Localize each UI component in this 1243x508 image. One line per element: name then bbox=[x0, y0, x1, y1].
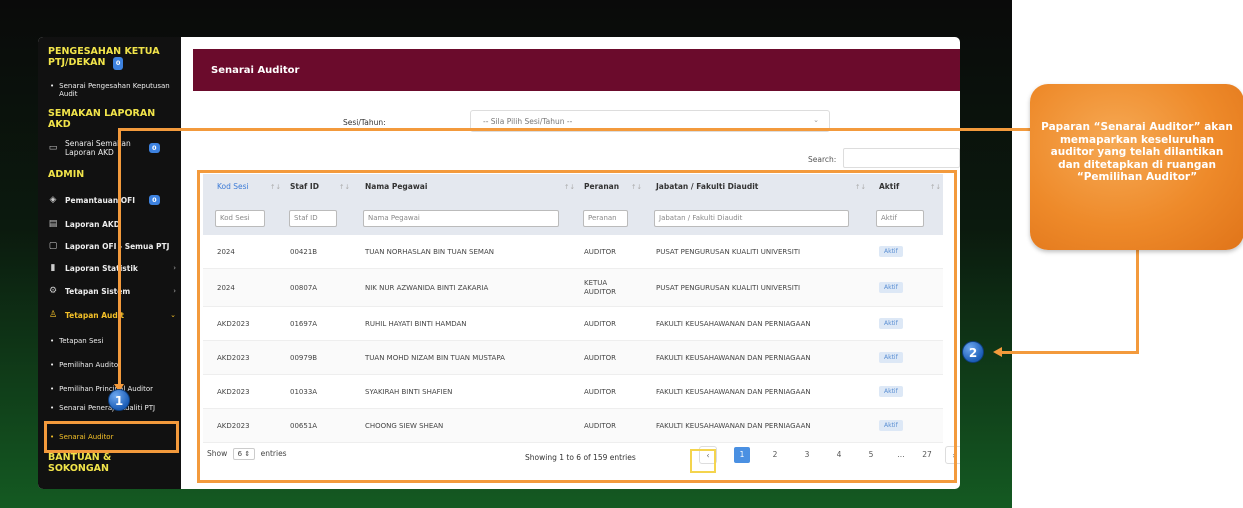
sidebar-item-pemantauan-ofi[interactable]: ◈ Pemantauan OFI 0 bbox=[46, 192, 176, 208]
search-input[interactable] bbox=[843, 148, 960, 168]
step-marker-1: 1 bbox=[108, 389, 130, 411]
page-title: Senarai Auditor bbox=[193, 49, 960, 91]
sidebar-section-admin: ADMIN bbox=[48, 169, 85, 180]
bullet-icon: • bbox=[50, 385, 55, 393]
connector-line bbox=[1000, 351, 1139, 354]
search-label: Search: bbox=[808, 155, 837, 164]
sidebar-item-laporan-ofi[interactable]: ▢ Laporan OFI - Semua PTJ bbox=[46, 238, 176, 254]
arrow-left-icon bbox=[993, 347, 1002, 357]
sidebar-section-semakan: SEMAKAN LAPORAN AKD bbox=[48, 108, 156, 130]
connector-line bbox=[118, 128, 121, 386]
sidebar-subitem-pemilihan-auditor[interactable]: • Pemilihan Auditor bbox=[50, 361, 121, 369]
sidebar-subitem-senarai-peneraju[interactable]: • Senarai Peneraju Kualiti PTJ bbox=[50, 404, 160, 413]
count-badge: 0 bbox=[149, 195, 160, 205]
user-icon: ♙ bbox=[48, 310, 58, 320]
chevron-right-icon: › bbox=[173, 264, 176, 272]
sidebar-section-title: PENGESAHAN KETUA PTJ/DEKAN bbox=[48, 46, 160, 68]
sidebar-item-label: Pemilihan Auditor bbox=[59, 361, 121, 369]
sidebar-item-label: Senarai Pengesahan Keputusan Audit bbox=[59, 82, 170, 98]
connector-line bbox=[118, 128, 1030, 131]
sidebar-item-label: Laporan AKD bbox=[65, 219, 120, 229]
sidebar-highlight-box bbox=[44, 421, 179, 453]
document-icon: ▤ bbox=[48, 219, 58, 229]
file-icon: ▢ bbox=[48, 241, 58, 251]
sidebar-item-label: Pemilihan Principal Auditor bbox=[59, 385, 154, 393]
chevron-down-icon: ⌄ bbox=[813, 116, 819, 124]
connector-line bbox=[1136, 250, 1139, 353]
table-highlight-box bbox=[197, 170, 957, 483]
sidebar-section-pengesahan: PENGESAHAN KETUA PTJ/DEKAN 0 bbox=[48, 46, 176, 70]
sidebar-item-laporan-statistik[interactable]: ▮ Laporan Statistik › bbox=[46, 260, 176, 276]
chevron-right-icon: › bbox=[173, 287, 176, 295]
sidebar-item-label: Pemantauan OFI bbox=[65, 195, 136, 205]
sidebar-item-label: Laporan Statistik bbox=[65, 263, 138, 273]
sesi-select-value: -- Sila Pilih Sesi/Tahun -- bbox=[483, 117, 573, 126]
chevron-down-icon: ⌄ bbox=[170, 311, 176, 319]
sidebar-item-label: Senarai Semakan Laporan AKD bbox=[65, 139, 131, 157]
bullet-icon: • bbox=[50, 82, 55, 90]
callout-note: Paparan “Senarai Auditor” akan memaparka… bbox=[1030, 84, 1243, 250]
sesi-label: Sesi/Tahun: bbox=[343, 118, 386, 127]
chart-icon: ▮ bbox=[50, 263, 56, 273]
sidebar-section-bantuan: BANTUAN & SOKONGAN bbox=[48, 452, 112, 474]
sidebar-subitem-tetapan-sesi[interactable]: • Tetapan Sesi bbox=[50, 337, 103, 345]
page-highlight-box bbox=[690, 449, 716, 473]
sidebar-item-senarai-pengesahan[interactable]: • Senarai Pengesahan Keputusan Audit bbox=[50, 82, 175, 98]
bullet-icon: • bbox=[50, 404, 55, 412]
sidebar-item-label: Senarai Peneraju Kualiti PTJ bbox=[59, 404, 156, 412]
sidebar-item-laporan-akd[interactable]: ▤ Laporan AKD bbox=[46, 216, 176, 232]
step-marker-2: 2 bbox=[962, 341, 984, 363]
sidebar-item-label: Tetapan Sesi bbox=[59, 337, 104, 345]
count-badge: 0 bbox=[149, 143, 160, 153]
count-badge: 0 bbox=[112, 57, 124, 70]
sidebar-item-senarai-semakan[interactable]: ▭ Senarai Semakan Laporan AKD 0 bbox=[46, 137, 176, 159]
sidebar-item-tetapan-sistem[interactable]: ⚙ Tetapan Sistem › bbox=[46, 283, 176, 299]
bullet-icon: • bbox=[50, 337, 55, 345]
sidebar-item-tetapan-audit[interactable]: ♙ Tetapan Audit ⌄ bbox=[46, 307, 176, 323]
bullet-icon: • bbox=[50, 361, 55, 369]
binoculars-icon: ◈ bbox=[49, 195, 57, 205]
sidebar-item-label: Tetapan Audit bbox=[65, 310, 124, 320]
gear-icon: ⚙ bbox=[48, 286, 58, 296]
document-icon: ▭ bbox=[48, 143, 58, 153]
